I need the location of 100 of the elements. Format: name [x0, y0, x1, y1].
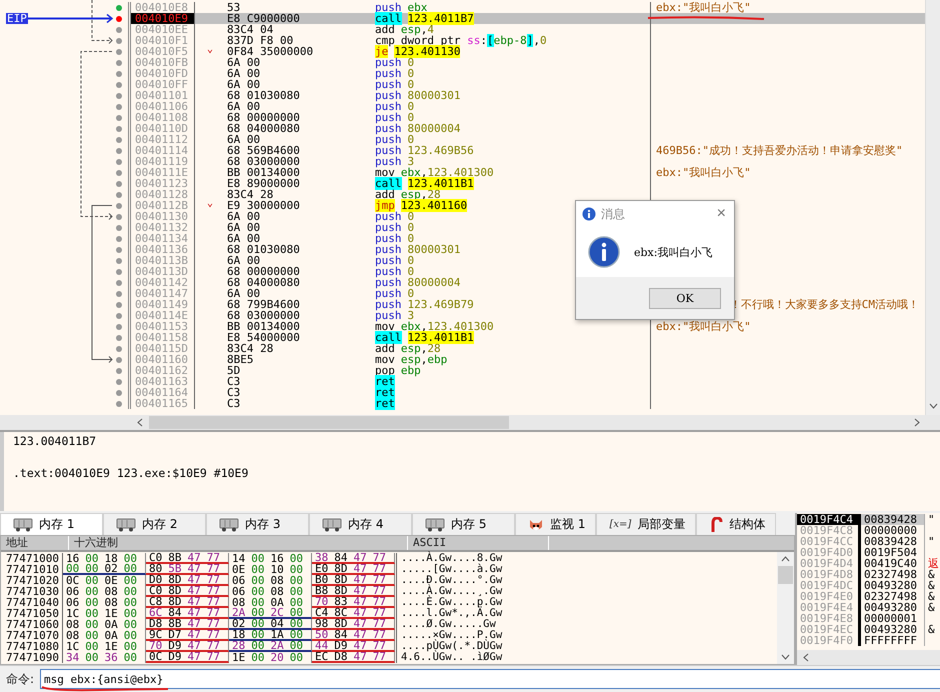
address-cell[interactable]: 00401130 — [131, 211, 195, 222]
breakpoint-dot[interactable] — [116, 312, 122, 318]
address-cell[interactable]: 00401162 — [131, 365, 195, 376]
breakpoint-dot[interactable] — [116, 180, 122, 186]
address-cell[interactable]: 0019F4D0 — [797, 547, 861, 558]
address-cell[interactable]: 00401158 — [131, 332, 195, 343]
breakpoint-dot[interactable] — [116, 236, 122, 242]
breakpoint-dot[interactable] — [116, 92, 122, 98]
column-header[interactable]: 地址 — [1, 536, 69, 550]
command-input[interactable]: msg ebx:{ansi@ebx} — [40, 669, 940, 690]
breakpoint-dot[interactable] — [116, 302, 122, 308]
breakpoint-dot[interactable] — [116, 346, 122, 352]
breakpoint-dot[interactable] — [116, 16, 122, 22]
breakpoint-dot[interactable] — [116, 334, 122, 340]
address-cell[interactable]: 0019F4F0 — [797, 635, 861, 646]
address-cell[interactable]: 0019F4EC — [797, 624, 861, 636]
chevron-right-icon[interactable] — [914, 418, 920, 427]
horizontal-scrollbar[interactable] — [0, 415, 940, 430]
address-cell[interactable]: 004010FD — [131, 68, 195, 79]
address-cell[interactable]: 0019F4C8 — [797, 525, 861, 536]
address-cell[interactable]: 004010F5 — [131, 46, 195, 57]
address-cell[interactable]: 00401163 — [131, 376, 195, 387]
address-cell[interactable]: 00401114 — [131, 145, 195, 156]
breakpoint-dot[interactable] — [116, 280, 122, 286]
address-cell[interactable]: 00401164 — [131, 387, 195, 398]
address-cell[interactable]: 0019F4D4 — [797, 558, 861, 570]
address-cell[interactable]: 0019F4E4 — [797, 602, 861, 614]
address-cell[interactable]: 00401165 — [131, 398, 195, 409]
breakpoint-dot[interactable] — [116, 38, 122, 44]
vertical-scrollbar[interactable] — [925, 0, 940, 415]
breakpoint-dot[interactable] — [116, 170, 122, 176]
tab[interactable]: 内存 2 — [103, 513, 206, 536]
breakpoint-dot[interactable] — [116, 258, 122, 264]
address-cell[interactable]: 004010FF — [131, 79, 195, 90]
address-cell[interactable]: 0019F4CC — [797, 536, 861, 548]
breakpoint-dot[interactable] — [116, 60, 122, 66]
address-cell[interactable]: 00401134 — [131, 233, 195, 244]
address-cell[interactable]: 0040110D — [131, 123, 195, 134]
breakpoint-dot[interactable] — [116, 202, 122, 208]
breakpoint-dot[interactable] — [116, 148, 122, 154]
scrollbar-thumb[interactable] — [149, 416, 509, 429]
address-cell[interactable]: 00401112 — [131, 134, 195, 145]
address-cell[interactable]: 004010F1 — [131, 35, 195, 46]
address-cell[interactable]: 0019F4E0 — [797, 591, 861, 602]
address-cell[interactable]: 0019F4E8 — [797, 613, 861, 624]
address-cell[interactable]: 00401147 — [131, 288, 195, 299]
address-cell[interactable]: 0040112B — [131, 200, 195, 211]
tab[interactable]: 监视 1 — [515, 513, 596, 536]
address-cell[interactable]: 00401119 — [131, 156, 195, 167]
breakpoint-dot[interactable] — [116, 378, 122, 384]
chevron-left-icon[interactable] — [803, 653, 809, 662]
breakpoint-dot[interactable] — [116, 290, 122, 296]
breakpoint-dot[interactable] — [116, 324, 122, 330]
address-cell[interactable]: 00401136 — [131, 244, 195, 255]
tab[interactable]: 内存 3 — [206, 513, 309, 536]
address-cell[interactable]: 004010FB — [131, 57, 195, 68]
chevron-up-icon[interactable] — [781, 556, 790, 562]
address-cell[interactable]: 0040113D — [131, 266, 195, 277]
breakpoint-dot[interactable] — [116, 400, 122, 406]
column-header[interactable]: ASCII — [408, 536, 549, 550]
chevron-left-icon[interactable] — [137, 418, 143, 427]
scrollbar-thumb[interactable] — [778, 566, 793, 584]
address-cell[interactable]: 00401128 — [131, 189, 195, 200]
chevron-down-icon[interactable] — [929, 403, 938, 409]
horizontal-scrollbar[interactable] — [797, 650, 940, 666]
breakpoint-dot[interactable] — [116, 214, 122, 220]
breakpoint-dot[interactable] — [116, 268, 122, 274]
address-cell[interactable]: 0019F4D8 — [797, 569, 861, 580]
address-cell[interactable]: 00401142 — [131, 277, 195, 288]
breakpoint-dot[interactable] — [116, 390, 122, 396]
tab[interactable]: [x=] 局部变量 — [596, 513, 696, 536]
address-cell[interactable]: 0040113B — [131, 255, 195, 266]
breakpoint-dot[interactable] — [116, 4, 122, 10]
breakpoint-dot[interactable] — [116, 70, 122, 76]
vertical-scrollbar[interactable] — [777, 552, 794, 664]
address-cell[interactable]: 004010EE — [131, 24, 195, 35]
breakpoint-dot[interactable] — [116, 26, 122, 32]
breakpoint-dot[interactable] — [116, 126, 122, 132]
tab[interactable]: 内存 1 — [0, 513, 103, 536]
close-button[interactable]: × — [716, 206, 726, 222]
tab[interactable]: 内存 5 — [412, 513, 515, 536]
breakpoint-dot[interactable] — [116, 136, 122, 142]
breakpoint-dot[interactable] — [116, 158, 122, 164]
address-cell[interactable]: 0019F4C4 — [797, 514, 861, 526]
address-cell[interactable]: 0040114E — [131, 310, 195, 321]
address-cell[interactable]: 00401123 — [131, 178, 195, 189]
breakpoint-dot[interactable] — [116, 356, 122, 362]
breakpoint-dot[interactable] — [116, 192, 122, 198]
tab[interactable]: 内存 4 — [309, 513, 412, 536]
breakpoint-dot[interactable] — [116, 104, 122, 110]
address-cell[interactable]: 00401132 — [131, 222, 195, 233]
breakpoint-dot[interactable] — [116, 246, 122, 252]
address-cell[interactable]: 004010E9 — [131, 13, 195, 24]
breakpoint-dot[interactable] — [116, 114, 122, 120]
breakpoint-dot[interactable] — [116, 368, 122, 374]
address-cell[interactable]: 00401106 — [131, 101, 195, 112]
breakpoint-dot[interactable] — [116, 224, 122, 230]
ok-button[interactable]: OK — [649, 288, 721, 308]
tab[interactable]: 结构体 — [696, 513, 776, 536]
column-header[interactable]: 十六进制 — [69, 536, 408, 550]
